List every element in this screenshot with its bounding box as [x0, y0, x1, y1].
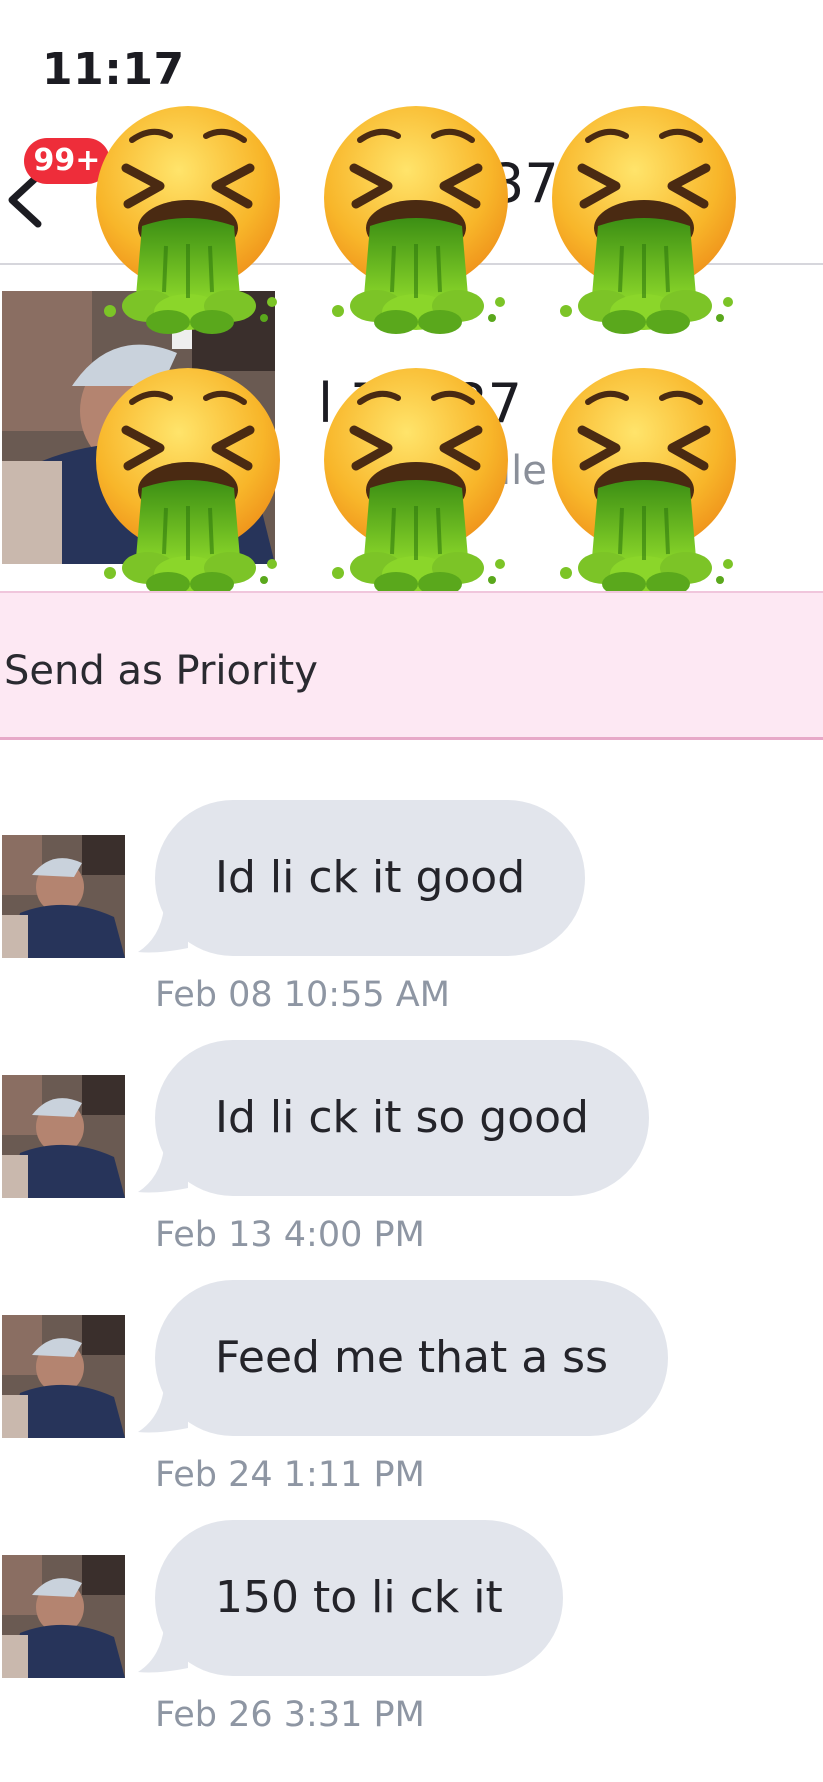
- message-bubble[interactable]: Feed me that a ss: [155, 1280, 669, 1436]
- avatar[interactable]: [2, 835, 125, 958]
- avatar[interactable]: [2, 1315, 125, 1438]
- message-timestamp: Feb 08 10:55 AM: [155, 975, 450, 1015]
- message-bubble[interactable]: Id li ck it good: [155, 800, 586, 956]
- avatar[interactable]: [2, 1555, 125, 1678]
- message-timestamp: Feb 24 1:11 PM: [155, 1455, 425, 1495]
- send-as-priority-label[interactable]: Send as Priority: [4, 648, 318, 694]
- vomiting-face-icon: [544, 106, 744, 336]
- avatar[interactable]: [2, 1075, 125, 1198]
- vomiting-face-icon: [88, 368, 288, 598]
- message-timestamp: Feb 26 3:31 PM: [155, 1695, 425, 1735]
- vomiting-face-icon: [316, 106, 516, 336]
- message-timestamp: Feb 13 4:00 PM: [155, 1215, 425, 1255]
- message-bubble[interactable]: 150 to li ck it: [155, 1520, 563, 1676]
- message-bubble[interactable]: Id li ck it so good: [155, 1040, 649, 1196]
- vomiting-face-icon: [88, 106, 288, 336]
- vomiting-face-icon: [544, 368, 744, 598]
- status-time: 11:17: [42, 44, 185, 95]
- vomiting-face-icon: [316, 368, 516, 598]
